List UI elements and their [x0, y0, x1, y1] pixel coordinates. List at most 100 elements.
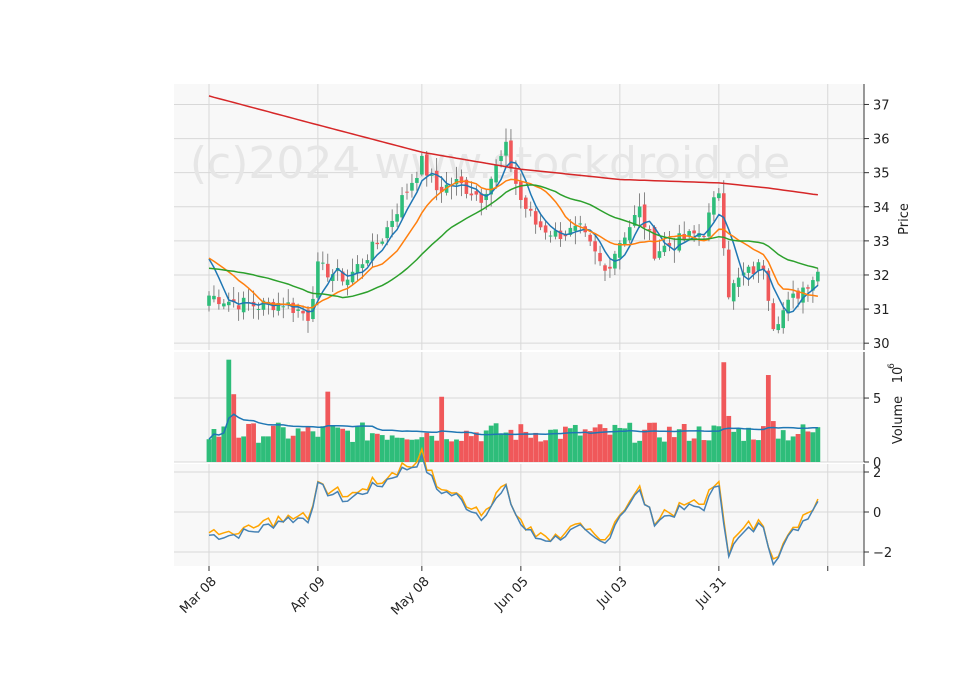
volume-bar: [206, 439, 212, 462]
candle-body: [207, 295, 211, 306]
volume-bar: [637, 440, 643, 462]
candle-body: [548, 235, 553, 237]
volume-bar: [647, 422, 652, 462]
candle-body: [603, 265, 607, 271]
volume-bar: [434, 440, 440, 462]
volume-bar: [464, 430, 469, 462]
volume-bar: [577, 435, 583, 462]
volume-bar: [721, 362, 727, 462]
volume-bar: [226, 359, 232, 462]
candle-body: [524, 197, 528, 209]
price-tick-label: 37: [873, 98, 890, 113]
volume-bar: [389, 435, 395, 462]
volume-bar: [780, 430, 786, 462]
x-tick-label: Apr 09: [288, 574, 329, 615]
volume-bar: [602, 428, 608, 462]
volume-bar: [617, 427, 623, 462]
volume-bar: [503, 432, 509, 462]
x-tick-label: Jul 03: [594, 574, 631, 611]
volume-bar: [676, 429, 682, 462]
candle-body: [236, 305, 241, 310]
oscillator-panel: [174, 464, 864, 566]
volume-bar: [597, 424, 603, 462]
volume-bar: [533, 432, 539, 462]
volume-bar: [761, 426, 766, 462]
candle-body: [533, 211, 538, 225]
candle-body: [746, 266, 751, 273]
volume-bar: [607, 434, 613, 462]
volume-bar: [795, 434, 801, 462]
volume-bar: [320, 426, 326, 462]
candle-body: [375, 242, 380, 245]
volume-bar: [706, 440, 712, 462]
volume-bar: [468, 436, 474, 462]
volume-bar: [454, 439, 459, 462]
volume-bar: [513, 439, 519, 462]
volume-bar: [622, 428, 628, 462]
candle-body: [519, 181, 523, 201]
candle-body: [420, 155, 424, 175]
volume-bar: [686, 440, 692, 462]
candle-body: [474, 191, 479, 195]
chart-canvas: (c)2024 www.stockdroid.de Mar 08 Apr 09 Ma…: [174, 84, 912, 618]
candle-body: [776, 324, 781, 331]
volume-bar: [335, 427, 341, 462]
volume-bar: [518, 424, 524, 462]
volume-bar: [444, 439, 449, 462]
volume-bar: [355, 426, 360, 462]
volume-bar: [538, 441, 544, 462]
volume-bar: [751, 439, 756, 462]
candle-body: [588, 234, 592, 242]
candle-body: [400, 195, 404, 218]
candle-body: [281, 306, 286, 308]
volume-bar: [701, 440, 707, 462]
volume-bar: [587, 431, 593, 462]
candle-body: [212, 295, 216, 300]
x-tick-label: Jul 31: [693, 574, 730, 611]
candle-body: [241, 297, 246, 313]
volume-bar: [379, 435, 385, 462]
candle-body: [326, 263, 330, 278]
volume-bar: [275, 422, 281, 462]
candle-body: [395, 214, 399, 222]
volume-axis-exponent-power: 6: [887, 363, 897, 369]
volume-bar: [374, 433, 380, 462]
volume-bar: [439, 396, 445, 462]
stock-chart: (c)2024 www.stockdroid.de Mar 08 Apr 09 Ma…: [0, 0, 960, 690]
candle-body: [316, 261, 320, 298]
volume-bar: [800, 424, 806, 462]
volume-bar: [384, 439, 390, 462]
volume-bar: [350, 441, 355, 462]
candle-body: [360, 264, 365, 269]
candle-body: [415, 177, 419, 183]
candle-body: [573, 225, 578, 231]
volume-bar: [632, 442, 638, 462]
volume-bar: [627, 422, 633, 462]
candle-body: [652, 226, 657, 259]
candle-body: [637, 206, 642, 218]
volume-bar: [657, 437, 662, 462]
candle-body: [806, 287, 810, 289]
candle-body: [662, 245, 667, 253]
candle-body: [385, 227, 389, 239]
volume-bar: [790, 436, 796, 462]
volume-bar: [394, 437, 400, 462]
volume-bar: [310, 431, 316, 462]
candle-body: [816, 271, 820, 282]
volume-bar: [231, 394, 237, 462]
candle-body: [296, 309, 300, 311]
candle-body: [578, 223, 583, 225]
price-tick-label: 32: [873, 269, 890, 284]
volume-bar: [236, 437, 242, 462]
candle-body: [538, 221, 543, 228]
candle-body: [390, 220, 394, 227]
volume-bar: [681, 424, 687, 462]
candle-body: [756, 262, 761, 271]
volume-tick-label: 5: [873, 392, 881, 407]
candle-body: [301, 310, 305, 314]
candle-body: [380, 241, 385, 244]
volume-bar: [305, 426, 311, 462]
candle-body: [623, 237, 627, 245]
volume-bar: [429, 435, 435, 462]
volume-bar: [582, 429, 588, 462]
